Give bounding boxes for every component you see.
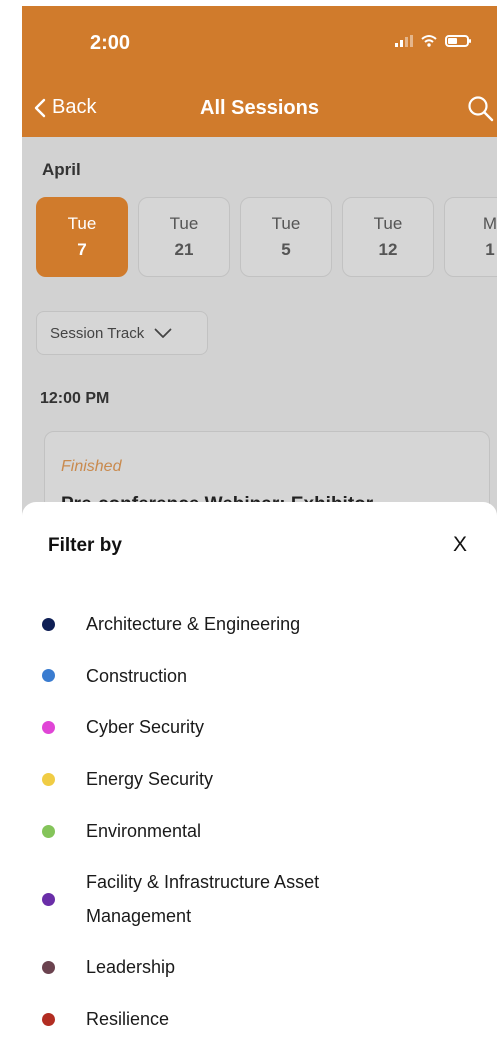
filter-item[interactable]: Resilience (22, 993, 497, 1045)
filter-item[interactable]: Energy Security (22, 753, 497, 805)
close-button[interactable]: X (453, 533, 467, 557)
filter-item[interactable]: Leadership (22, 941, 497, 993)
status-time: 2:00 (90, 32, 131, 54)
header-bar: 2:00 Back All Sessions (22, 6, 497, 137)
date-dow: M (482, 214, 497, 233)
date-dow: Tue (271, 214, 301, 233)
track-color-dot (42, 669, 55, 682)
track-color-dot (42, 892, 55, 906)
filter-label: Cyber Security (86, 717, 205, 737)
filter-label: Energy Security (86, 769, 214, 789)
date-day: 1 (485, 240, 495, 259)
status-icons (395, 34, 471, 47)
filter-list: Architecture & Engineering Construction … (22, 598, 497, 1045)
date-chip[interactable]: M 1 (444, 197, 497, 277)
filter-item[interactable]: Environmental (22, 805, 497, 857)
app-screen: 2:00 Back All Sessions April Tue 7 Tue 2… (22, 6, 497, 1064)
date-chip[interactable]: Tue 5 (240, 197, 332, 277)
wifi-icon (421, 35, 437, 47)
filter-title: Filter by (48, 535, 122, 556)
battery-icon (445, 35, 471, 47)
date-dow: Tue (169, 214, 199, 233)
filter-sheet: Filter by X Architecture & Engineering C… (22, 502, 497, 1064)
session-status: Finished (61, 458, 122, 475)
month-label: April (42, 160, 81, 179)
filter-item[interactable]: Cyber Security (22, 701, 497, 753)
date-day: 21 (174, 240, 194, 259)
date-dow: Tue (67, 214, 97, 233)
date-day: 5 (281, 240, 291, 259)
date-day: 12 (378, 240, 398, 259)
date-selector: Tue 7 Tue 21 Tue 5 Tue 12 M 1 (36, 197, 497, 277)
track-color-dot (42, 824, 55, 838)
filter-label: Architecture & Engineering (86, 614, 301, 634)
track-color-dot (42, 617, 55, 631)
time-slot-heading: 12:00 PM (40, 390, 110, 407)
date-dow: Tue (373, 214, 403, 233)
track-color-dot (42, 960, 55, 974)
date-day: 7 (77, 240, 87, 259)
filter-item[interactable]: Architecture & Engineering (22, 598, 497, 650)
track-color-dot (42, 772, 55, 786)
signal-icon (395, 35, 413, 47)
session-track-dropdown[interactable]: Session Track (36, 311, 208, 355)
track-color-dot (42, 720, 55, 734)
track-color-dot (42, 1012, 55, 1026)
filter-label: Resilience (86, 1009, 170, 1029)
search-icon[interactable] (467, 95, 495, 123)
filter-label: Facility & Infrastructure Asset Manageme… (86, 872, 320, 926)
filter-item[interactable]: Facility & Infrastructure Asset Manageme… (22, 857, 497, 941)
filter-label: Leadership (86, 957, 176, 977)
date-chip[interactable]: Tue 12 (342, 197, 434, 277)
session-track-label: Session Track (50, 324, 145, 342)
filter-item[interactable]: Construction (22, 650, 497, 701)
date-chip[interactable]: Tue 7 (36, 197, 128, 277)
date-chip[interactable]: Tue 21 (138, 197, 230, 277)
filter-label: Environmental (86, 821, 202, 841)
page-title: All Sessions (200, 97, 319, 119)
filter-label: Construction (86, 665, 188, 686)
chevron-down-icon (154, 328, 172, 338)
